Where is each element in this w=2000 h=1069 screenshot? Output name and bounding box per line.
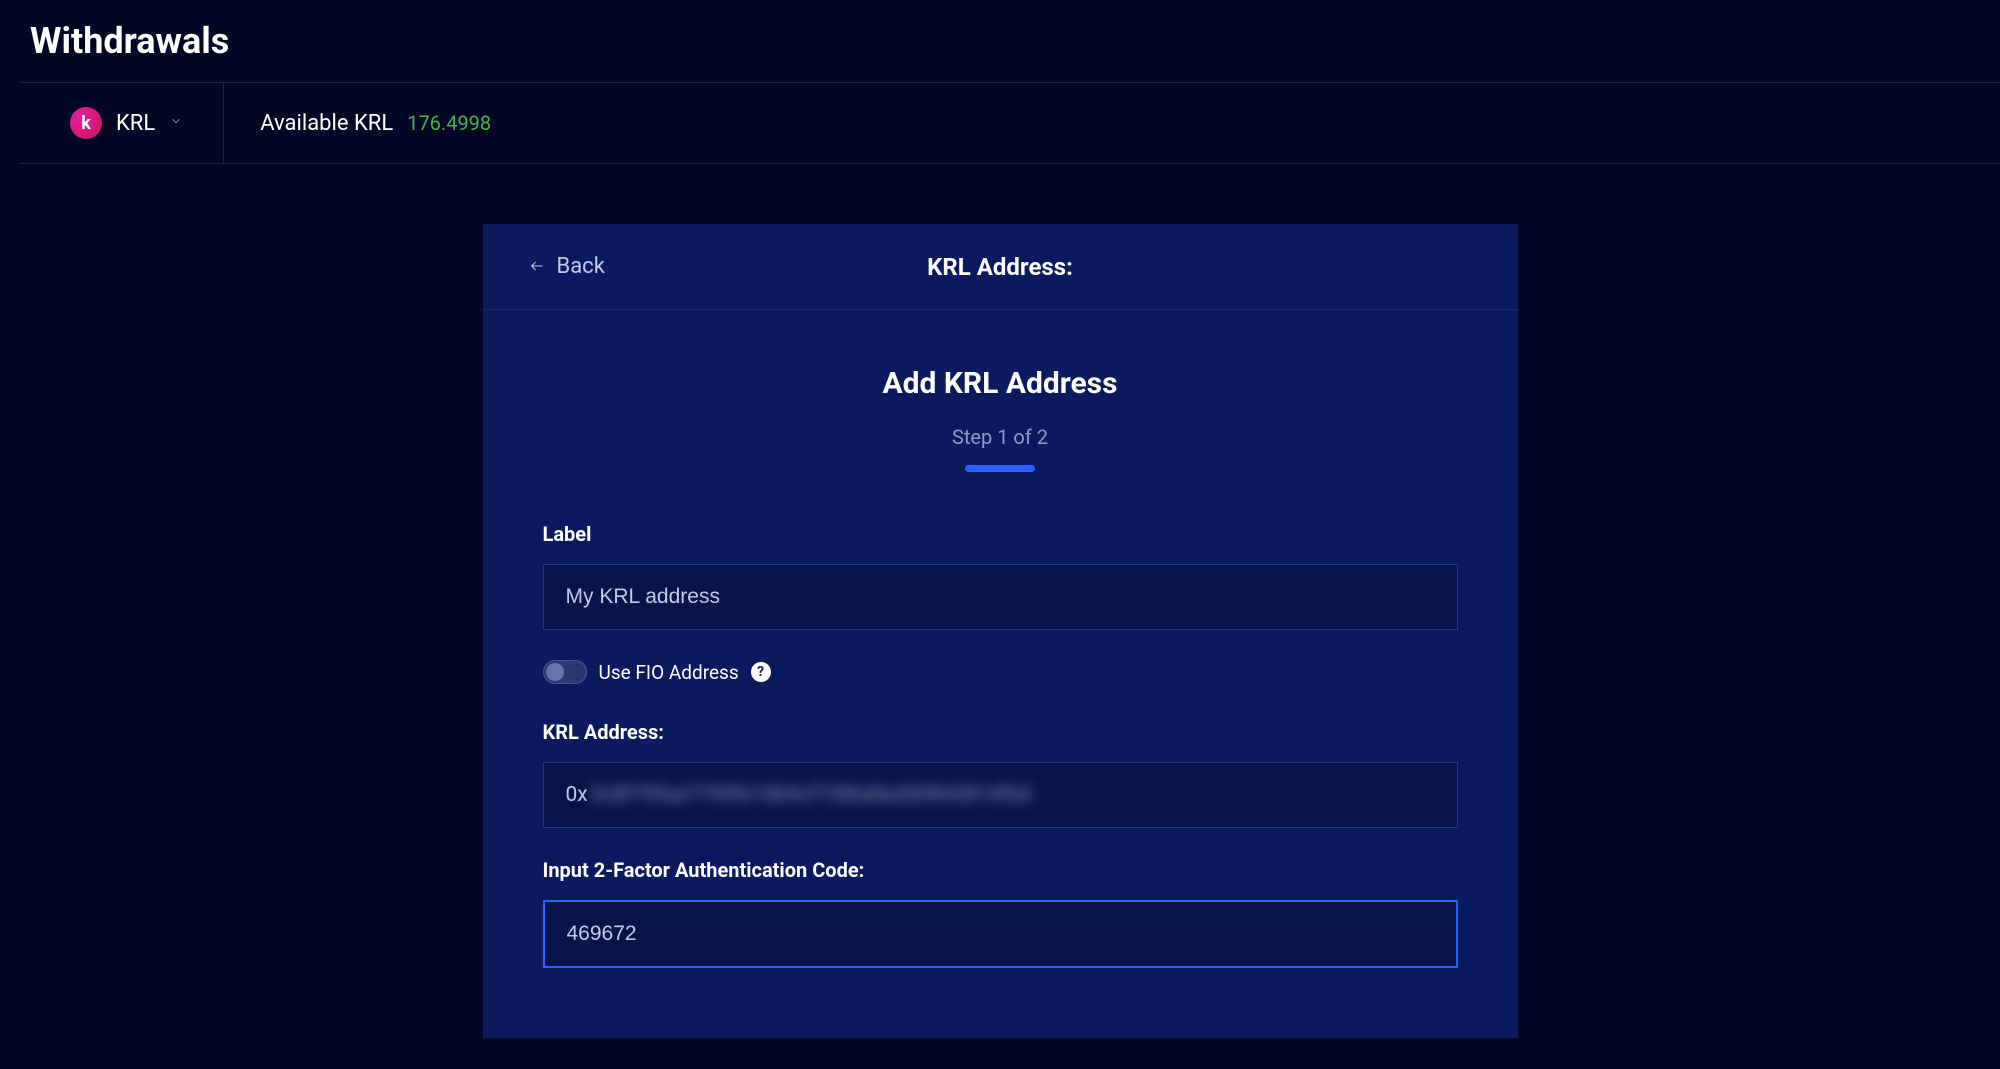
address-form-group: KRL Address: 0x3c8f79faa7795fe10b9cf7386… <box>543 720 1458 828</box>
panel-header: Back KRL Address: <box>483 224 1518 310</box>
arrow-left-icon <box>527 255 547 279</box>
twofa-field-label: Input 2-Factor Authentication Code: <box>543 858 1458 882</box>
coin-selector[interactable]: k KRL <box>20 83 224 163</box>
address-input[interactable]: 0x3c8f79faa7795fe10b9cf7386d6a56f843814f… <box>543 762 1458 828</box>
main-panel: Back KRL Address: Add KRL Address Step 1… <box>483 224 1518 1038</box>
available-label: Available KRL <box>260 111 393 136</box>
twofa-form-group: Input 2-Factor Authentication Code: <box>543 858 1458 968</box>
available-balance: Available KRL 176.4998 <box>224 111 527 136</box>
address-field-label: KRL Address: <box>543 720 1458 744</box>
back-label: Back <box>557 254 605 279</box>
fio-toggle-label: Use FIO Address <box>599 661 739 684</box>
progress-bar <box>965 465 1035 472</box>
coin-icon: k <box>70 107 102 139</box>
fio-toggle[interactable] <box>543 660 587 684</box>
label-input[interactable] <box>543 564 1458 630</box>
address-prefix: 0x <box>566 783 588 807</box>
help-icon[interactable]: ? <box>751 662 771 682</box>
toggle-knob <box>546 663 564 681</box>
fio-toggle-row: Use FIO Address ? <box>543 660 1458 684</box>
form-title: Add KRL Address <box>543 366 1458 401</box>
back-button[interactable]: Back <box>527 254 605 279</box>
page-title: Withdrawals <box>0 0 2000 82</box>
address-redacted: 3c8f79faa7795fe10b9cf7386d6a56f843814f6d <box>590 783 1031 807</box>
available-amount: 176.4998 <box>407 111 491 135</box>
label-form-group: Label <box>543 522 1458 630</box>
panel-content: Add KRL Address Step 1 of 2 Label Use FI… <box>483 310 1518 1038</box>
step-indicator: Step 1 of 2 <box>543 425 1458 449</box>
panel-header-title: KRL Address: <box>927 253 1073 281</box>
coin-symbol: KRL <box>116 111 155 136</box>
header-bar: k KRL Available KRL 176.4998 <box>20 82 2000 164</box>
chevron-down-icon <box>169 114 183 132</box>
label-field-label: Label <box>543 522 1458 546</box>
twofa-input[interactable] <box>543 900 1458 968</box>
